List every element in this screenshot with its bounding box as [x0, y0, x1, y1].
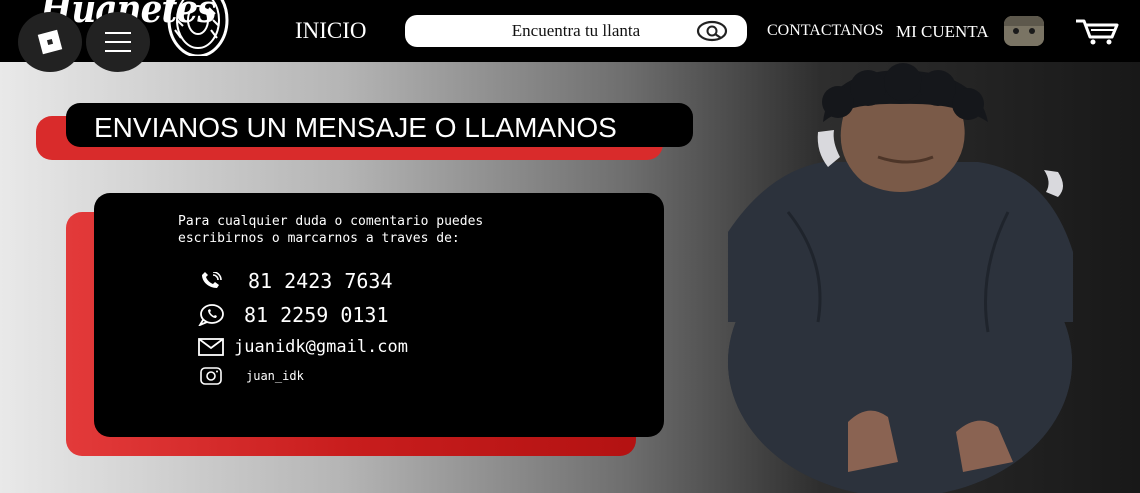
nav-link-mi-cuenta[interactable]: MI CUENTA: [896, 22, 989, 42]
home-button[interactable]: [18, 12, 82, 72]
search-bar[interactable]: Encuentra tu llanta: [405, 15, 747, 47]
tire-logo-icon: [167, 0, 229, 56]
contact-email-row: juanidk@gmail.com: [196, 337, 408, 357]
contact-card: Para cualquier duda o comentario puedes …: [94, 193, 664, 437]
whatsapp-icon: [196, 304, 226, 326]
search-icon[interactable]: [696, 20, 728, 42]
contact-phone-number[interactable]: 81 2423 7634: [248, 269, 393, 293]
page-title: ENVIANOS UN MENSAJE O LLAMANOS: [94, 112, 617, 143]
contact-phone-row: 81 2423 7634: [196, 269, 393, 293]
contact-intro-text: Para cualquier duda o comentario puedes …: [178, 214, 484, 246]
roblox-logo-icon: [37, 29, 63, 55]
nav-link-inicio[interactable]: INICIO: [295, 18, 367, 44]
contact-person-photo: [728, 62, 1073, 493]
contact-email[interactable]: juanidk@gmail.com: [234, 337, 408, 357]
hamburger-menu-icon: [105, 32, 131, 52]
nav-link-contactanos[interactable]: CONTACTANOS: [767, 22, 884, 40]
contact-instagram-row: juan_idk: [196, 367, 304, 385]
menu-button[interactable]: [86, 12, 150, 72]
contact-whatsapp-number[interactable]: 81 2259 0131: [244, 303, 389, 327]
cart-icon[interactable]: [1074, 17, 1120, 45]
instagram-icon: [196, 367, 226, 385]
top-nav-bar: Huanetes INICIO Encuentra tu llanta: [0, 0, 1140, 72]
avatar[interactable]: [1004, 16, 1044, 46]
mail-icon: [196, 338, 226, 356]
phone-icon: [196, 272, 226, 290]
section-title-box: ENVIANOS UN MENSAJE O LLAMANOS: [66, 103, 693, 147]
contact-instagram-handle[interactable]: juan_idk: [246, 369, 304, 383]
avatar-face-icon: [1004, 16, 1044, 46]
contact-whatsapp-row: 81 2259 0131: [196, 303, 389, 327]
